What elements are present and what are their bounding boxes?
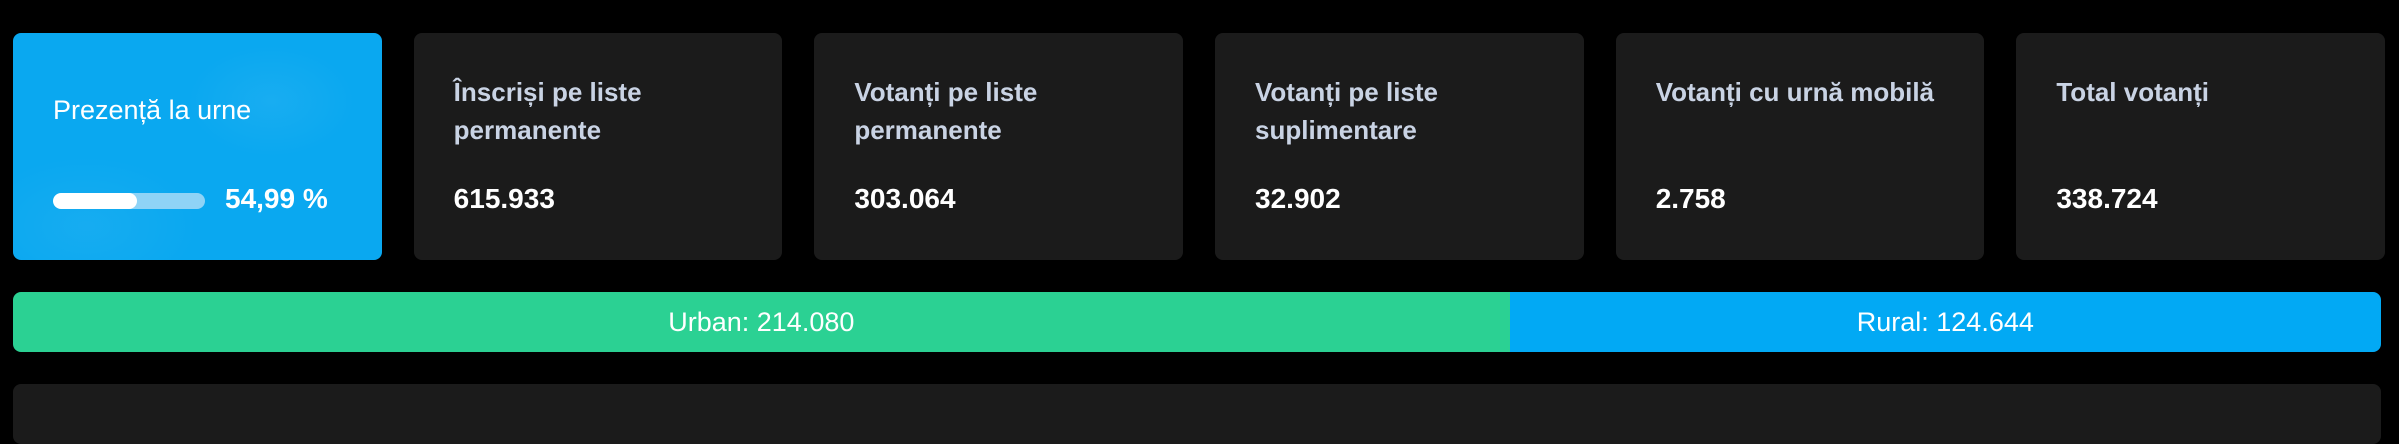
card-label: Votanți pe liste permanente	[854, 77, 1038, 145]
urban-segment: Urban: 214.080	[13, 292, 1510, 352]
urban-rural-split-bar: Urban: 214.080 Rural: 124.644	[13, 292, 2381, 352]
card-value: 338.724	[2056, 183, 2158, 214]
card-value: 303.064	[854, 183, 956, 214]
presence-percent: 54,99 %	[225, 183, 328, 214]
card-value: 32.902	[1255, 183, 1341, 214]
card-label: Total votanți	[2056, 77, 2209, 107]
card-label: Votanți pe liste suplimentare	[1255, 77, 1439, 145]
card-voters-permanent: Votanți pe liste permanente 303.064	[814, 33, 1184, 260]
card-voters-mobile-urn: Votanți cu urnă mobilă 2.758	[1615, 33, 1985, 260]
card-label: Votanți cu urnă mobilă	[1655, 77, 1935, 107]
card-total-voters: Total votanți 338.724	[2016, 33, 2386, 260]
presence-progress-bar	[53, 193, 205, 209]
presence-card: Prezență la urne 54,99 %	[13, 33, 382, 260]
card-registered-permanent: Înscriși pe liste permanente 615.933	[413, 33, 783, 260]
card-value: 2.758	[1655, 183, 1726, 214]
results-panel	[13, 384, 2381, 444]
card-value: 615.933	[453, 183, 555, 214]
presence-progress-fill	[53, 193, 137, 209]
card-label: Înscriși pe liste permanente	[453, 77, 642, 145]
summary-cards: Prezență la urne 54,99 % Înscriși pe lis…	[13, 33, 2386, 260]
card-voters-supplementary: Votanți pe liste suplimentare 32.902	[1215, 33, 1584, 260]
presence-label: Prezență la urne	[53, 95, 252, 125]
rural-segment: Rural: 124.644	[1509, 292, 2381, 352]
